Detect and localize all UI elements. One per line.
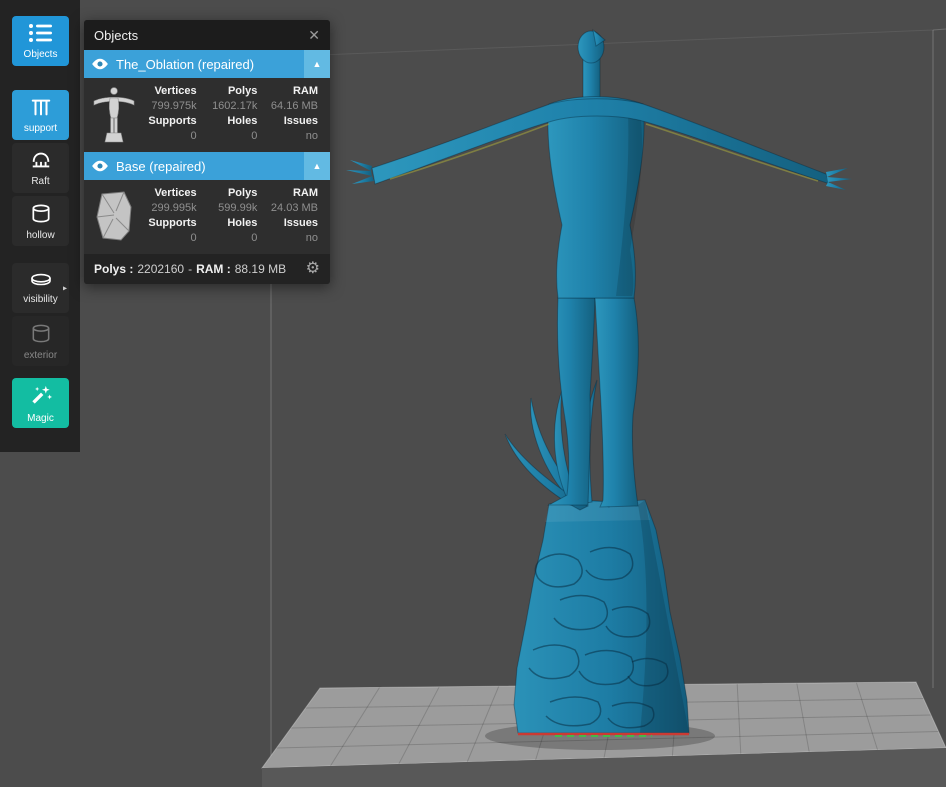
collapse-icon[interactable]: ▲	[304, 50, 330, 78]
stat-value: 0	[142, 231, 203, 246]
objects-list-icon	[28, 22, 54, 47]
close-icon[interactable]: ✕	[308, 28, 320, 42]
object-thumbnail-statue	[86, 84, 142, 144]
flyout-arrow-icon: ▸	[63, 284, 67, 293]
magic-wand-icon	[28, 383, 54, 411]
stat-value: 0	[142, 129, 203, 144]
footer-polys-label: Polys :	[94, 262, 133, 276]
object-row-base[interactable]: Base (repaired) ▲	[84, 152, 330, 180]
stat-label: Holes	[203, 114, 264, 129]
object-stats-oblation: Vertices Polys RAM 799.975k 1602.17k 64.…	[84, 78, 330, 152]
panel-footer: Polys : 2202160 - RAM : 88.19 MB ⚙	[84, 254, 330, 284]
hollow-button-label: hollow	[26, 231, 54, 241]
visibility-disk-icon	[28, 271, 54, 292]
stat-value: 1602.17k	[203, 99, 264, 114]
stat-label: Supports	[142, 216, 203, 231]
stat-value: no	[263, 231, 324, 246]
eye-icon[interactable]	[84, 160, 116, 172]
raft-button-label: Raft	[31, 177, 49, 187]
hollow-button[interactable]: hollow	[12, 196, 69, 246]
stat-label: Issues	[263, 114, 324, 129]
stat-label: Polys	[203, 84, 264, 99]
stat-value: 24.03 MB	[263, 201, 324, 216]
statue-model[interactable]	[346, 30, 852, 736]
object-name: The_Oblation (repaired)	[116, 57, 254, 72]
object-name: Base (repaired)	[116, 159, 206, 174]
collapse-icon[interactable]: ▲	[304, 152, 330, 180]
left-toolbar: Objects support Raft	[0, 0, 80, 452]
support-button-label: support	[24, 124, 57, 134]
stat-value: 0	[203, 231, 264, 246]
footer-ram-value: 88.19 MB	[235, 262, 286, 276]
exterior-cylinder-icon	[29, 322, 53, 348]
magic-button[interactable]: Magic	[12, 378, 69, 428]
visibility-button-label: visibility	[23, 295, 57, 305]
stat-label: Issues	[263, 216, 324, 231]
stat-label: Supports	[142, 114, 203, 129]
stat-value: 599.99k	[203, 201, 264, 216]
support-button[interactable]: support	[12, 90, 69, 140]
objects-button-label: Objects	[24, 50, 58, 60]
footer-ram-label: RAM :	[196, 262, 231, 276]
magic-button-label: Magic	[27, 414, 54, 424]
footer-polys-value: 2202160	[137, 262, 184, 276]
objects-button[interactable]: Objects	[12, 16, 69, 66]
eye-icon[interactable]	[84, 58, 116, 70]
objects-panel: Objects ✕ The_Oblation (repaired) ▲	[84, 20, 330, 284]
stat-value: 0	[203, 129, 264, 144]
gear-icon[interactable]: ⚙	[306, 261, 320, 277]
panel-title: Objects	[94, 28, 138, 43]
stat-label: RAM	[263, 186, 324, 201]
object-thumbnail-rock	[86, 186, 142, 246]
hollow-cylinder-icon	[29, 202, 53, 228]
stat-label: RAM	[263, 84, 324, 99]
footer-dash: -	[188, 262, 192, 276]
stat-value: 799.975k	[142, 99, 203, 114]
visibility-button[interactable]: visibility ▸	[12, 263, 69, 313]
stat-label: Vertices	[142, 84, 203, 99]
stat-value: 299.995k	[142, 201, 203, 216]
object-stats-base: Vertices Polys RAM 299.995k 599.99k 24.0…	[84, 180, 330, 254]
support-icon	[29, 96, 53, 121]
raft-button[interactable]: Raft	[12, 143, 69, 193]
raft-icon	[29, 149, 53, 174]
stat-label: Holes	[203, 216, 264, 231]
stat-value: no	[263, 129, 324, 144]
exterior-button-label: exterior	[24, 351, 57, 361]
app-window: Objects support Raft	[0, 0, 946, 787]
stat-value: 64.16 MB	[263, 99, 324, 114]
object-row-oblation[interactable]: The_Oblation (repaired) ▲	[84, 50, 330, 78]
exterior-button[interactable]: exterior	[12, 316, 69, 366]
stat-label: Polys	[203, 186, 264, 201]
stat-label: Vertices	[142, 186, 203, 201]
objects-panel-header: Objects ✕	[84, 20, 330, 50]
